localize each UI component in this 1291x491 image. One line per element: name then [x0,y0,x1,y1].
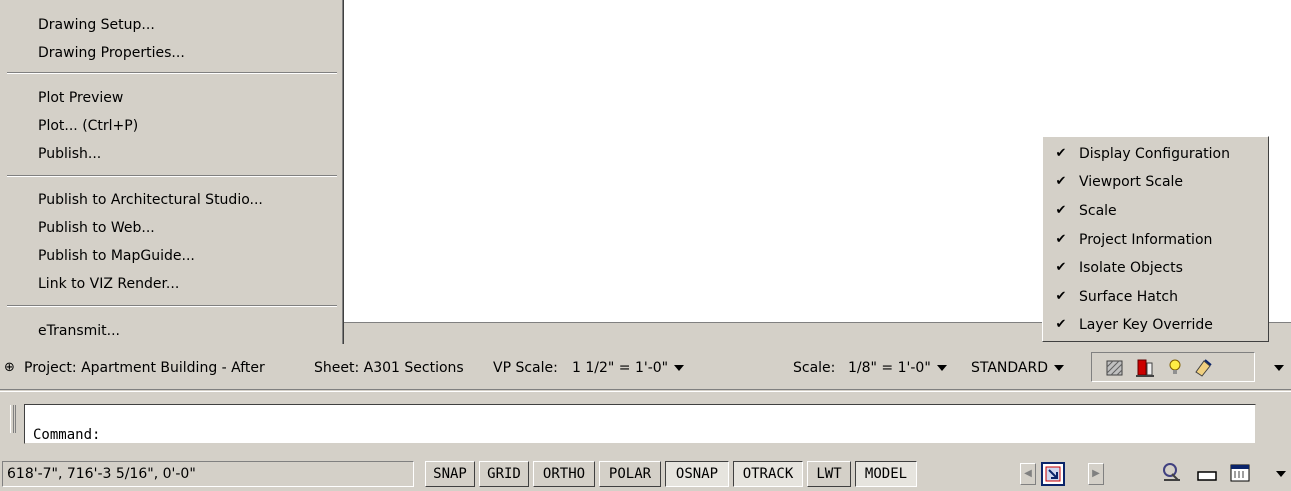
command-input[interactable]: Command: [24,404,1256,444]
snap-toggle[interactable]: SNAP [425,461,475,487]
lightbulb-icon[interactable] [1164,358,1186,378]
command-line-grip[interactable] [10,405,16,433]
ctx-item-isolate-objects[interactable]: ✔ Isolate Objects [1043,254,1268,282]
ctx-item-label: Isolate Objects [1079,260,1183,276]
chevron-down-icon [1274,365,1284,371]
model-toggle[interactable]: MODEL [855,461,917,487]
status-bar-menu-dropdown[interactable] [1270,466,1286,482]
ctx-item-label: Scale [1079,203,1117,219]
menu-item-link-to-viz-render[interactable]: Link to VIZ Render... [38,273,179,295]
surface-hatch-icon[interactable] [1104,358,1126,378]
ctx-item-viewport-scale[interactable]: ✔ Viewport Scale [1043,168,1268,196]
window-icon[interactable] [1196,462,1220,484]
check-icon: ✔ [1055,146,1067,161]
ctx-item-scale[interactable]: ✔ Scale [1043,197,1268,225]
chevron-down-icon [1054,365,1065,371]
tray-settings-dropdown[interactable] [1268,358,1284,378]
drawing-status-bar: ⊕ Project: Apartment Building - After Sh… [0,344,1291,390]
display-configuration-dropdown[interactable]: STANDARD [971,358,1065,378]
check-icon: ✔ [1055,260,1067,275]
check-icon: ✔ [1055,203,1067,218]
polar-toggle[interactable]: POLAR [599,461,661,487]
ctx-item-label: Surface Hatch [1079,289,1178,305]
menu-item-publish-architectural-studio[interactable]: Publish to Architectural Studio... [38,189,263,211]
project-name[interactable]: Project: Apartment Building - After [24,358,265,378]
application-status-bar: 618'-7", 716'-3 5/16", 0'-0" SNAP GRID O… [0,458,1291,487]
chevron-down-icon [674,365,685,371]
maximize-viewport-icon[interactable] [1040,461,1066,487]
menu-item-plot-preview[interactable]: Plot Preview [38,87,123,109]
ctx-item-label: Display Configuration [1079,146,1230,162]
check-icon: ✔ [1055,174,1067,189]
ctx-item-project-information[interactable]: ✔ Project Information [1043,226,1268,254]
command-line-window: Command: [0,391,1291,457]
ctx-item-display-configuration[interactable]: ✔ Display Configuration [1043,140,1268,168]
command-prompt: Command: [33,427,101,443]
scale-dropdown[interactable]: 1/8" = 1'-0" [848,358,947,378]
vp-scale-label: VP Scale: [493,360,558,376]
ortho-toggle[interactable]: ORTHO [533,461,595,487]
check-icon: ✔ [1055,289,1067,304]
menu-separator [7,175,337,177]
ctx-item-layer-key-override[interactable]: ✔ Layer Key Override [1043,311,1268,339]
vp-scale-value: 1 1/2" = 1'-0" [572,360,669,376]
osnap-toggle[interactable]: OSNAP [665,461,729,487]
status-bar-context-menu: ✔ Display Configuration ✔ Viewport Scale… [1042,136,1269,342]
otrack-toggle[interactable]: OTRACK [733,461,803,487]
communication-center-icon[interactable] [1160,462,1186,484]
ctx-item-surface-hatch[interactable]: ✔ Surface Hatch [1043,283,1268,311]
menu-separator [7,72,337,74]
grid-toggle[interactable]: GRID [479,461,529,487]
toolbar-lock-icon[interactable] [1228,461,1254,485]
menu-item-publish[interactable]: Publish... [38,143,101,165]
menu-item-drawing-properties[interactable]: Drawing Properties... [38,42,185,64]
sheet-name[interactable]: Sheet: A301 Sections [314,358,464,378]
drawing-tray [1091,352,1255,382]
menu-item-publish-to-web[interactable]: Publish to Web... [38,217,155,239]
ctx-item-label: Project Information [1079,232,1213,248]
chevron-down-icon [1276,471,1286,477]
lwt-toggle[interactable]: LWT [807,461,851,487]
coordinate-display[interactable]: 618'-7", 716'-3 5/16", 0'-0" [2,461,414,487]
vp-scale-dropdown[interactable]: 1 1/2" = 1'-0" [572,358,685,378]
scroll-left-button[interactable]: ◀ [1020,463,1036,485]
isolate-objects-icon[interactable] [1134,358,1156,378]
chevron-down-icon [936,365,947,371]
project-marker-icon[interactable]: ⊕ [4,358,15,378]
display-configuration-value: STANDARD [971,360,1049,376]
check-icon: ✔ [1055,232,1067,247]
scale-label: Scale: [793,360,836,376]
menu-item-etransmit[interactable]: eTransmit... [38,320,120,342]
menu-item-drawing-setup[interactable]: Drawing Setup... [38,14,155,36]
layer-key-icon[interactable] [1192,358,1214,378]
scale-value: 1/8" = 1'-0" [848,360,931,376]
menu-item-publish-to-mapguide[interactable]: Publish to MapGuide... [38,245,195,267]
scroll-right-button[interactable]: ▶ [1088,463,1104,485]
file-menu-dropdown: Drawing Setup... Drawing Properties... P… [0,0,343,344]
check-icon: ✔ [1055,317,1067,332]
ctx-item-label: Layer Key Override [1079,317,1213,333]
menu-item-plot[interactable]: Plot... (Ctrl+P) [38,115,138,137]
menu-separator [7,305,337,307]
ctx-item-label: Viewport Scale [1079,174,1184,190]
